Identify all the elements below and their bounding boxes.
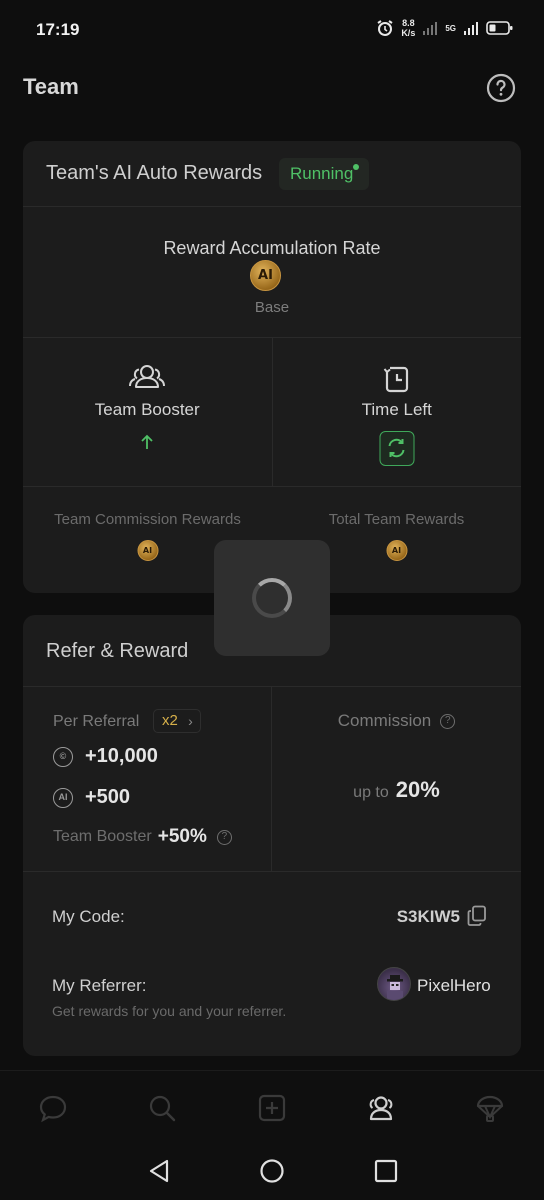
booster-timeleft-row: Team Booster Time Left [23,338,521,487]
chat-icon [39,1095,67,1123]
multiplier-value: x2 [162,712,178,729]
commission-value: 20% [395,777,440,802]
commission-label: Commission [337,711,432,730]
nav-team[interactable] [366,1093,396,1123]
ai-rewards-title: Team's AI Auto Rewards [46,162,263,184]
booster-row: Team Booster +50% ? [53,826,232,848]
page-title: Team [23,74,79,99]
airdrop-icon [476,1095,504,1122]
nav-airdrop[interactable] [475,1093,505,1123]
signal-icon-2 [464,22,478,35]
reward-ai-value: +500 [85,786,131,808]
net-speed-value: 8.8 [402,18,415,28]
ai-coin-icon: AI [137,540,158,561]
booster-label: Team Booster [53,828,152,845]
loading-overlay [214,540,330,656]
reward-rate-sub: Base [254,299,290,316]
refer-title: Refer & Reward [46,640,189,662]
arrow-up-icon [141,434,153,449]
ai-coin-icon: AI [386,540,407,561]
help-button[interactable] [486,73,516,103]
refresh-icon [388,438,405,458]
status-bar: 17:19 8.8 K/s 5G [0,0,544,62]
ai-rewards-card: Team's AI Auto Rewards Running Reward Ac… [23,141,521,593]
chevron-right-icon: › [188,713,193,729]
referrer-name[interactable]: PixelHero [417,976,491,996]
commission-section: Commission ? up to 20% [272,687,521,871]
net-speed: 8.8 K/s [401,18,415,38]
refer-reward-card: Refer & Reward Per Referral x2 › © +10,0… [23,615,521,1056]
alarm-icon [377,20,393,36]
referral-stats: Per Referral x2 › © +10,000 AI +500 Team… [23,687,521,872]
reward-row-points: © +10,000 [53,745,158,768]
nav-create[interactable] [257,1093,287,1123]
back-icon[interactable] [147,1158,171,1184]
booster-value: +50% [157,826,207,847]
team-booster-cell[interactable]: Team Booster [23,338,272,486]
home-icon[interactable] [259,1158,285,1184]
question-circle-icon [486,73,516,103]
commission-row: Commission ? [272,711,521,731]
my-code-value: S3KIW5 [396,907,460,926]
ai-coin-icon: AI [250,260,281,291]
per-referral-label: Per Referral [53,713,140,730]
booster-help-icon[interactable]: ? [216,829,232,845]
ai-token-icon: AI [53,787,73,808]
signal-icon [423,22,438,35]
copy-icon[interactable] [467,905,487,927]
reward-points-value: +10,000 [85,745,158,767]
total-rewards-label: Total Team Rewards [328,511,465,528]
recents-icon[interactable] [374,1158,398,1184]
nav-search[interactable] [147,1093,177,1123]
reward-rate-section: Reward Accumulation Rate AI Base [23,207,521,338]
up-to-label: up to [353,784,389,801]
avatar [377,967,411,1001]
system-nav-bar [0,1144,544,1200]
status-badge-label: Running [290,164,354,183]
loading-spinner-icon [252,578,292,618]
status-time: 17:19 [36,20,80,39]
per-referral-section: Per Referral x2 › © +10,000 AI +500 Team… [23,687,272,871]
avatar-image-icon [387,975,403,1000]
time-left-cell: Time Left [271,338,522,486]
battery-icon [486,21,513,35]
team-icon [129,365,166,388]
nav-chat[interactable] [38,1093,68,1123]
refresh-button[interactable] [379,431,415,466]
ai-rewards-header: Team's AI Auto Rewards Running [23,141,521,207]
referrer-subtext: Get rewards for you and your referrer. [52,1003,287,1019]
commission-rewards-label: Team Commission Rewards [54,511,241,528]
reward-row-ai: AI +500 [53,786,130,809]
search-icon [149,1095,176,1122]
commission-help-icon[interactable]: ? [440,713,456,729]
my-code-label: My Code: [52,907,125,926]
add-icon [258,1094,286,1122]
points-icon: © [53,746,73,767]
network-type: 5G [445,23,456,33]
status-dot [353,164,360,170]
bottom-nav [0,1070,544,1144]
my-code-row: My Code: S3KIW5 [23,905,521,937]
team-icon [369,1096,393,1121]
referrer-label: My Referrer: [52,976,147,995]
time-left-label: Time Left [361,400,432,419]
status-badge: Running [279,158,370,190]
net-speed-unit: K/s [401,28,416,38]
timer-icon [383,366,408,393]
reward-rate-label: Reward Accumulation Rate [163,238,381,258]
multiplier-badge[interactable]: x2 › [153,709,201,733]
status-icons: 8.8 K/s 5G [376,18,514,38]
team-booster-label: Team Booster [94,400,200,419]
commission-value-row: up to 20% [272,777,521,803]
